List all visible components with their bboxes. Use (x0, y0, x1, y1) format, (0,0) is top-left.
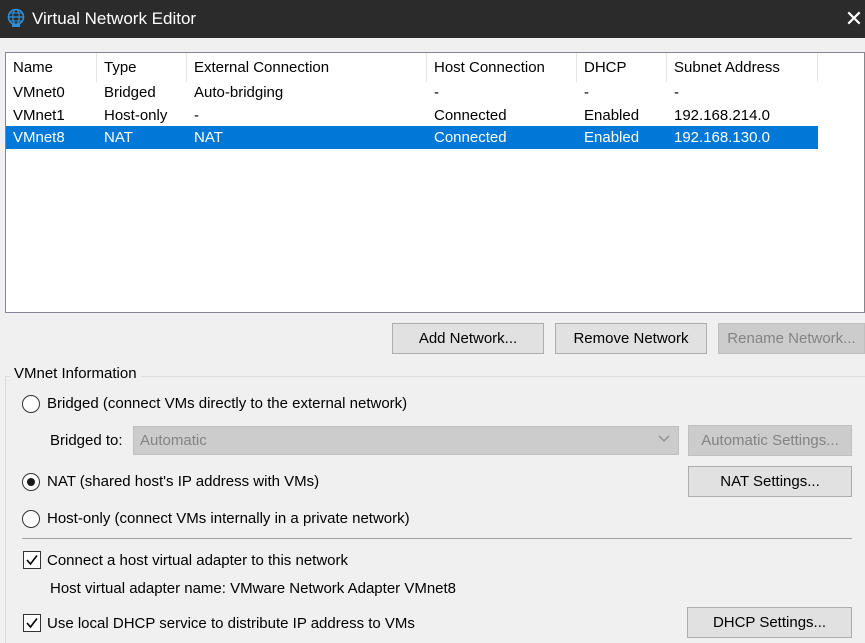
list-header: Name Type External Connection Host Conne… (6, 53, 818, 82)
cell-type: Host-only (104, 107, 168, 124)
table-row-selected[interactable]: VMnet8 NAT NAT Connected Enabled 192.168… (6, 126, 818, 149)
rename-network-button[interactable]: Rename Network... (718, 323, 865, 354)
cell-external-connection: - (194, 107, 199, 124)
column-header-type[interactable]: Type (97, 53, 187, 82)
cell-host-connection: Connected (434, 129, 507, 146)
chevron-down-icon (658, 435, 670, 442)
close-icon[interactable]: ✕ (843, 2, 865, 36)
cell-external-connection: NAT (194, 129, 223, 146)
dhcp-settings-button[interactable]: DHCP Settings... (687, 607, 852, 638)
table-row[interactable]: VMnet1 Host-only - Connected Enabled 192… (6, 104, 818, 127)
column-header-dhcp[interactable]: DHCP (577, 53, 667, 82)
checkmark-icon (26, 618, 38, 629)
cell-host-connection: - (434, 84, 439, 101)
cell-name: VMnet1 (13, 107, 65, 124)
window-title: Virtual Network Editor (32, 9, 197, 28)
column-header-external-connection[interactable]: External Connection (187, 53, 427, 82)
add-network-button[interactable]: Add Network... (392, 323, 544, 354)
globe-network-icon (7, 8, 25, 27)
nat-option-label[interactable]: NAT (shared host's IP address with VMs) (47, 473, 319, 490)
remove-network-button[interactable]: Remove Network (555, 323, 707, 354)
cell-dhcp: - (584, 84, 589, 101)
host-only-radio[interactable] (22, 510, 40, 528)
cell-type: NAT (104, 129, 133, 146)
group-label: VMnet Information (10, 365, 141, 382)
column-header-name[interactable]: Name (6, 53, 97, 82)
cell-name: VMnet0 (13, 84, 65, 101)
cell-external-connection: Auto-bridging (194, 84, 284, 101)
checkmark-icon (26, 555, 38, 566)
bridged-to-label: Bridged to: (50, 432, 123, 449)
table-row[interactable]: VMnet0 Bridged Auto-bridging - - - (6, 81, 818, 104)
column-header-host-connection[interactable]: Host Connection (427, 53, 577, 82)
connect-adapter-label[interactable]: Connect a host virtual adapter to this n… (47, 552, 348, 569)
network-list[interactable]: Name Type External Connection Host Conne… (5, 52, 865, 313)
cell-type: Bridged (104, 84, 156, 101)
bridged-radio[interactable] (22, 395, 40, 413)
cell-dhcp: Enabled (584, 129, 640, 146)
column-header-subnet-address[interactable]: Subnet Address (667, 53, 818, 82)
nat-settings-button[interactable]: NAT Settings... (688, 466, 852, 497)
cell-host-connection: Connected (434, 107, 507, 124)
radio-selected-dot (27, 478, 35, 486)
bridged-option-label[interactable]: Bridged (connect VMs directly to the ext… (47, 395, 407, 412)
host-only-option-label[interactable]: Host-only (connect VMs internally in a p… (47, 510, 410, 527)
bridged-to-value: Automatic (140, 432, 207, 449)
cell-subnet-address: 192.168.130.0 (674, 129, 770, 146)
cell-name: VMnet8 (13, 129, 65, 146)
cell-subnet-address: 192.168.214.0 (674, 107, 770, 124)
cell-dhcp: Enabled (584, 107, 640, 124)
bridged-to-dropdown[interactable]: Automatic (133, 426, 679, 455)
dhcp-label[interactable]: Use local DHCP service to distribute IP … (47, 615, 415, 632)
nat-radio[interactable] (22, 473, 40, 491)
automatic-settings-button[interactable]: Automatic Settings... (688, 425, 852, 456)
adapter-name-text: Host virtual adapter name: VMware Networ… (50, 580, 457, 597)
dhcp-checkbox[interactable] (23, 614, 41, 632)
connect-adapter-checkbox[interactable] (23, 551, 41, 569)
cell-subnet-address: - (674, 84, 679, 101)
title-bar: Virtual Network Editor ✕ (0, 0, 865, 38)
divider (22, 538, 852, 539)
